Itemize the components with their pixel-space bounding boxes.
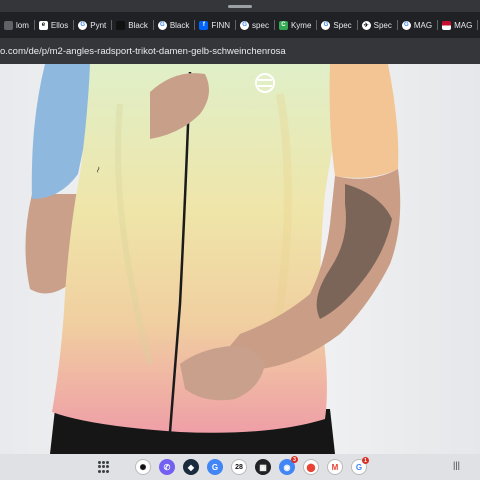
- shelf-apps: ✺ ✆ ◆ G 28 ▦ ◉ 3 ⬤ M G1: [135, 456, 369, 475]
- tab-label: Spec: [333, 20, 352, 30]
- tab-7[interactable]: Gspec: [236, 12, 275, 38]
- tab-label: Black: [128, 20, 148, 30]
- notification-badge: 3: [291, 456, 298, 463]
- tab-10[interactable]: ✈ Spec: [358, 12, 398, 38]
- address-bar[interactable]: o.com/de/p/m2-angles-radsport-trikot-dam…: [0, 38, 480, 64]
- page-content: ~: [0, 64, 480, 454]
- google-icon: G: [157, 20, 167, 30]
- tab-12[interactable]: MAG: [438, 12, 479, 38]
- tab-label: MAG: [454, 20, 473, 30]
- tab-label: spec: [252, 20, 269, 30]
- kyme-icon: C: [278, 20, 288, 30]
- app-dark-icon[interactable]: ◆: [183, 459, 199, 475]
- chrome-icon[interactable]: ◉ 3: [279, 456, 298, 475]
- tab-8[interactable]: C Kyme: [275, 12, 318, 38]
- product-photo: ~: [0, 64, 480, 454]
- gmail-icon[interactable]: M: [327, 459, 343, 475]
- taskbar-shelf: ✺ ✆ ◆ G 28 ▦ ◉ 3 ⬤ M G1: [0, 454, 480, 480]
- window-title-bar: [0, 0, 480, 12]
- finn-icon: f: [199, 20, 209, 30]
- grid-app-icon[interactable]: ▦: [255, 459, 271, 475]
- tab-6[interactable]: f FINN: [195, 12, 236, 38]
- right-sleeve: [329, 64, 399, 178]
- translate-icon[interactable]: G: [207, 459, 223, 475]
- tab-label: Kyme: [290, 20, 312, 30]
- google-icon: G: [321, 20, 331, 30]
- calendar-day: 28: [235, 463, 243, 471]
- google-icon: G: [240, 20, 250, 30]
- google-app-icon[interactable]: G1: [351, 457, 369, 475]
- status-area[interactable]: |||: [453, 460, 460, 470]
- tab-5[interactable]: G Black: [154, 12, 196, 38]
- tab-9[interactable]: G Spec: [317, 12, 358, 38]
- url-text[interactable]: o.com/de/p/m2-angles-radsport-trikot-dam…: [0, 46, 286, 57]
- window-drag-handle[interactable]: [228, 5, 252, 8]
- tab-3[interactable]: G Pynt: [74, 12, 113, 38]
- viber-icon[interactable]: ✆: [159, 459, 175, 475]
- generic-tab-icon: [4, 20, 13, 30]
- spec-icon: ✈: [361, 20, 371, 30]
- notification-badge: 1: [362, 457, 369, 464]
- ellos-icon: e: [38, 20, 48, 30]
- black-icon: [116, 20, 126, 30]
- tab-label: Ellos: [50, 20, 69, 30]
- tab-1[interactable]: lom: [0, 12, 35, 38]
- tab-label: FINN: [211, 20, 231, 30]
- tab-2[interactable]: e Ellos: [35, 12, 75, 38]
- tab-11[interactable]: G MAG: [398, 12, 439, 38]
- tab-strip: lom e Ellos G Pynt Black G Black f FINN Gspe…: [0, 12, 480, 38]
- tab-label: MAG: [413, 20, 433, 30]
- flag-icon: [442, 20, 452, 30]
- tab-label: lom: [16, 20, 29, 30]
- google-icon: G: [401, 20, 411, 30]
- tab-4[interactable]: Black: [112, 12, 154, 38]
- tab-label: Black: [169, 20, 190, 30]
- launcher-icon[interactable]: [98, 461, 110, 473]
- google-icon: G: [78, 20, 88, 30]
- calendar-icon[interactable]: 28: [231, 459, 247, 475]
- tab-label: Spec: [373, 20, 392, 30]
- tab-label: Pynt: [90, 20, 107, 30]
- maps-icon[interactable]: ⬤: [303, 459, 319, 475]
- chatgpt-icon[interactable]: ✺: [135, 459, 151, 475]
